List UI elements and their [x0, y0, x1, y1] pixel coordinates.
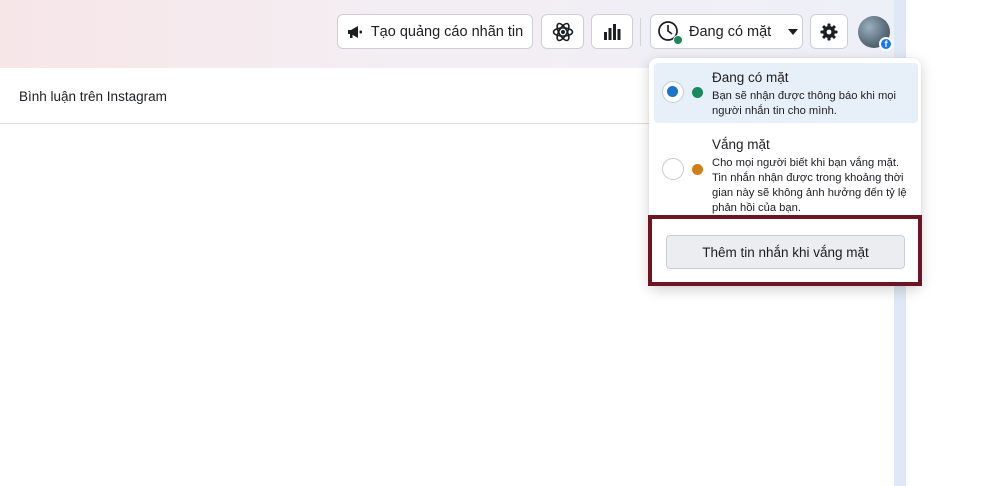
away-status-dot — [692, 164, 703, 175]
bar-chart-icon — [603, 23, 621, 41]
facebook-badge-icon: f — [879, 37, 893, 51]
clock-status-icon — [657, 20, 683, 45]
away-option-title: Vắng mặt — [712, 137, 770, 152]
create-message-ad-button[interactable]: Tạo quảng cáo nhãn tin — [337, 14, 533, 49]
atom-icon — [552, 21, 574, 43]
atom-button[interactable] — [541, 14, 584, 49]
profile-avatar[interactable]: f — [858, 16, 893, 51]
create-message-ad-label: Tạo quảng cáo nhãn tin — [370, 23, 524, 40]
online-status-dot — [673, 34, 683, 45]
availability-status-button[interactable]: Đang có mặt — [650, 14, 803, 49]
insights-button[interactable] — [591, 14, 633, 49]
instagram-comments-label[interactable]: Bình luận trên Instagram — [19, 89, 167, 104]
status-option-present[interactable]: Đang có mặt Bạn sẽ nhận được thông báo k… — [654, 63, 918, 123]
present-status-dot — [692, 87, 703, 98]
availability-status-label: Đang có mặt — [689, 23, 772, 40]
present-option-title: Đang có mặt — [712, 70, 789, 85]
status-option-away[interactable]: Vắng mặt Cho mọi người biết khi bạn vắng… — [654, 130, 918, 215]
availability-status-menu: Đang có mặt Bạn sẽ nhận được thông báo k… — [649, 58, 921, 286]
settings-button[interactable] — [810, 14, 848, 49]
present-radio[interactable] — [662, 81, 684, 103]
caret-down-icon — [787, 28, 799, 36]
toolbar-divider — [640, 18, 641, 46]
away-option-description: Cho mọi người biết khi bạn vắng mặt. Tin… — [712, 157, 907, 214]
present-option-description: Bạn sẽ nhận được thông báo khi mọi người… — [712, 90, 896, 117]
gear-icon — [820, 23, 838, 41]
add-away-message-button[interactable]: Thêm tin nhắn khi vắng mặt — [666, 235, 905, 269]
away-radio[interactable] — [662, 158, 684, 180]
megaphone-icon — [347, 25, 363, 39]
